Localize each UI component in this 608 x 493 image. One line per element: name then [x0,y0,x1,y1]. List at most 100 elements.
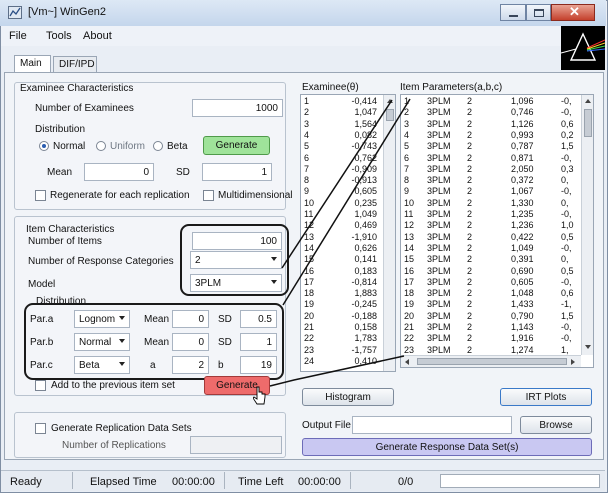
item-categories: 2 [467,231,473,242]
examinee-scrollbar[interactable] [383,95,395,371]
scroll-left-icon[interactable] [405,359,409,365]
examinee-index: 12 [304,220,315,231]
item-row[interactable]: 18 3PLM 2 1,048 0,6 [401,289,581,298]
item-row[interactable]: 2 3PLM 2 0,746 -0, [401,108,581,117]
multidimensional-checkbox[interactable] [203,190,214,201]
item-row[interactable]: 11 3PLM 2 1,235 -0, [401,210,581,219]
examinee-row[interactable]: 15 0,141 [301,255,383,264]
item-row[interactable]: 20 3PLM 2 0,790 1,5 [401,310,581,321]
item-row[interactable]: 15 3PLM 2 0,391 0, [401,255,581,264]
examinee-list[interactable]: 1 -0,414 2 1,047 3 1,564 4 0,082 5 -0,743 6 0,762 7 -… [300,94,396,372]
examinee-row[interactable]: 8 -0,913 [301,176,383,185]
item-row[interactable]: 9 3PLM 2 1,067 -0, [401,187,581,196]
item-categories: 2 [467,254,473,265]
item-param-b: 1,5 [561,310,574,321]
examinee-row[interactable]: 19 -0,245 [301,300,383,309]
examinee-row[interactable]: 10 0,235 [301,198,383,208]
scroll-thumb[interactable] [417,358,567,365]
examinee-sd-input[interactable]: 1 [202,163,272,181]
examinee-theta: 0,626 [354,242,377,253]
examinee-row[interactable]: 2 1,047 [301,108,383,117]
item-row[interactable]: 17 3PLM 2 0,605 -0, [401,277,581,287]
item-row[interactable]: 1 3PLM 2 1,096 -0, [401,97,581,106]
item-param-b: 0,6 [561,288,574,299]
item-row[interactable]: 6 3PLM 2 0,871 -0, [401,153,581,163]
item-row[interactable]: 3 3PLM 2 1,126 0,6 [401,119,581,129]
item-row[interactable]: 14 3PLM 2 1,049 -0, [401,242,581,253]
tab-main[interactable]: Main [14,55,51,72]
examinee-row[interactable]: 11 1,049 [301,210,383,219]
item-vertical-scrollbar[interactable] [581,95,593,355]
examinee-row[interactable]: 22 1,783 [301,334,383,343]
scroll-up-icon[interactable] [387,99,393,103]
item-row[interactable]: 10 3PLM 2 1,330 0, [401,198,581,208]
generate-response-button[interactable]: Generate Response Data Set(s) [302,438,592,456]
item-horizontal-scrollbar[interactable] [401,355,581,367]
examinee-row[interactable]: 20 -0,188 [301,311,383,321]
item-row[interactable]: 23 3PLM 2 1,274 1, [401,344,581,355]
item-param-a: 1,236 [511,220,534,231]
item-index: 14 [404,242,415,253]
radio-beta[interactable] [153,141,163,151]
radio-uniform[interactable] [96,141,106,151]
radio-normal[interactable] [39,141,49,151]
examinee-row[interactable]: 17 -0,814 [301,277,383,287]
examinee-row[interactable]: 12 0,469 [301,221,383,230]
number-of-replications-input[interactable] [190,436,282,454]
scroll-down-icon[interactable] [585,345,591,349]
examinee-row[interactable]: 21 0,158 [301,323,383,332]
item-row[interactable]: 16 3PLM 2 0,690 0,5 [401,266,581,276]
item-row[interactable]: 12 3PLM 2 1,236 1,0 [401,221,581,230]
examinee-row[interactable]: 4 0,082 [301,130,383,140]
examinee-row[interactable]: 14 0,626 [301,242,383,253]
browse-button[interactable]: Browse [520,416,592,434]
scroll-thumb[interactable] [584,109,592,137]
output-file-input[interactable] [352,416,512,434]
item-row[interactable]: 8 3PLM 2 0,372 0, [401,176,581,185]
item-param-b: 0, [561,175,569,186]
examinee-index: 13 [304,231,315,242]
menu-tools[interactable]: Tools [46,30,72,42]
examinee-row[interactable]: 23 -1,757 [301,345,383,355]
item-param-a: 0,391 [511,254,534,265]
number-of-examinees-input[interactable]: 1000 [192,99,283,117]
scroll-right-icon[interactable] [571,359,575,365]
examinee-row[interactable]: 24 0,410 [301,356,383,366]
histogram-button[interactable]: Histogram [302,388,394,406]
item-parameters-list[interactable]: 1 3PLM 2 1,096 -0, 2 3PLM 2 0,746 -0, 3 3PLM 2 1,126 0… [400,94,594,368]
examinee-row[interactable]: 13 -1,910 [301,231,383,242]
examinee-row[interactable]: 5 -0,743 [301,142,383,151]
item-row[interactable]: 7 3PLM 2 2,050 0,3 [401,163,581,174]
add-previous-checkbox[interactable] [35,380,46,391]
item-param-a: 1,235 [511,209,534,219]
tab-dif-ipd[interactable]: DIF/IPD [53,56,97,73]
menu-about[interactable]: About [83,30,112,42]
menu-file[interactable]: File [9,30,27,42]
item-param-a: 1,048 [511,288,534,299]
examinee-row[interactable]: 18 1,883 [301,289,383,298]
item-row[interactable]: 13 3PLM 2 0,422 0,5 [401,231,581,242]
examinee-row[interactable]: 3 1,564 [301,119,383,129]
maximize-button[interactable] [526,4,551,21]
irt-plots-button[interactable]: IRT Plots [500,388,592,406]
item-row[interactable]: 5 3PLM 2 0,787 1,5 [401,142,581,151]
regenerate-checkbox[interactable] [35,190,46,201]
minimize-button[interactable] [500,4,526,21]
examinee-row[interactable]: 6 0,762 [301,153,383,163]
examinee-row[interactable]: 9 0,605 [301,187,383,196]
item-row[interactable]: 4 3PLM 2 0,993 0,2 [401,130,581,140]
replication-checkbox[interactable] [35,423,46,434]
item-row[interactable]: 22 3PLM 2 1,916 -0, [401,334,581,343]
item-param-a: 2,050 [511,163,534,174]
scroll-up-icon[interactable] [585,99,591,103]
examinee-row[interactable]: 7 -0,909 [301,164,383,174]
examinee-generate-button[interactable]: Generate [203,136,270,155]
item-row[interactable]: 19 3PLM 2 1,433 -1, [401,300,581,309]
examinee-mean-input[interactable]: 0 [84,163,154,181]
item-index: 23 [404,344,415,355]
close-button[interactable]: ✕ [551,4,595,21]
examinee-row[interactable]: 1 -0,414 [301,97,383,106]
item-row[interactable]: 21 3PLM 2 1,143 -0, [401,323,581,332]
scroll-thumb[interactable] [386,109,394,121]
examinee-row[interactable]: 16 0,183 [301,266,383,276]
